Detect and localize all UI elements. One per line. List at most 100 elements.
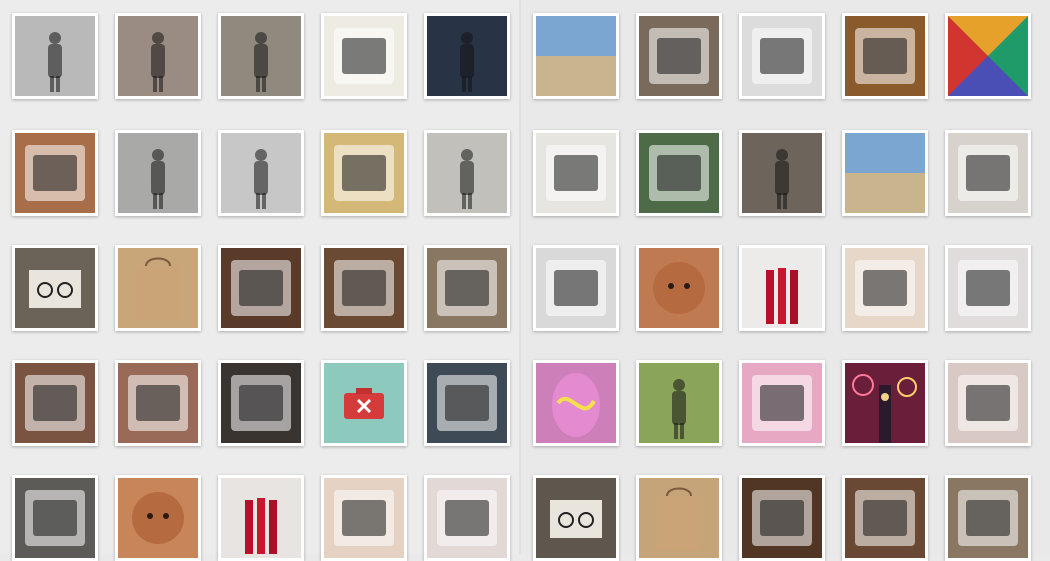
- red-toolbox-icon: [324, 363, 404, 443]
- right-grid-thumbnail[interactable]: [739, 360, 825, 446]
- left-grid-thumbnail[interactable]: [115, 360, 201, 446]
- tulips-bouquet-photo: [324, 133, 404, 213]
- left-grid-thumbnail[interactable]: [115, 130, 201, 216]
- left-grid-thumbnail[interactable]: [218, 360, 304, 446]
- levis-store-photo: [221, 248, 301, 328]
- left-grid-thumbnail[interactable]: [12, 360, 98, 446]
- right-grid-thumbnail[interactable]: [636, 13, 722, 99]
- left-grid-thumbnail[interactable]: [115, 13, 201, 99]
- makeup-palette-photo: [118, 363, 198, 443]
- poodle-dog-photo: [639, 248, 719, 328]
- left-grid-thumbnail[interactable]: [12, 13, 98, 99]
- woman-doorway-photo: [221, 16, 301, 96]
- grid-divider: [519, 0, 521, 554]
- left-grid-thumbnail[interactable]: [424, 245, 510, 331]
- cosmetic-pencils-photo: [427, 478, 507, 558]
- pier-beach-photo: [845, 133, 925, 213]
- right-grid-thumbnail[interactable]: [739, 130, 825, 216]
- paper-shopping-bag-photo: [639, 478, 719, 558]
- spice-bowls-photo: [15, 133, 95, 213]
- left-grid-thumbnail[interactable]: [115, 245, 201, 331]
- black-card-packaging-photo: [948, 133, 1028, 213]
- hat-woman-street-photo: [118, 16, 198, 96]
- beauty-products-photo: [845, 248, 925, 328]
- pencil-case-photo: [536, 248, 616, 328]
- colorful-bandanas-photo: [948, 16, 1028, 96]
- big-ben-fireworks-photo: [845, 363, 925, 443]
- cafe-interior-photo: [948, 478, 1028, 558]
- left-grid-thumbnail[interactable]: [12, 130, 98, 216]
- woman-walking-photo: [118, 133, 198, 213]
- woman-park-photo: [639, 363, 719, 443]
- left-grid-thumbnail[interactable]: [218, 475, 304, 561]
- beach-person-photo: [536, 16, 616, 96]
- right-grid-thumbnail[interactable]: [533, 360, 619, 446]
- glasses-box-photo: [15, 248, 95, 328]
- left-grid-thumbnail[interactable]: [424, 130, 510, 216]
- left-grid-thumbnail[interactable]: [321, 360, 407, 446]
- left-grid-thumbnail[interactable]: [218, 13, 304, 99]
- right-grid-thumbnail[interactable]: [945, 245, 1031, 331]
- glasses-box-photo: [536, 478, 616, 558]
- woman-sunhat-photo: [742, 133, 822, 213]
- right-grid-thumbnail[interactable]: [739, 475, 825, 561]
- sneakers-photo: [427, 363, 507, 443]
- left-grid-thumbnail[interactable]: [424, 13, 510, 99]
- right-grid-thumbnail[interactable]: [842, 475, 928, 561]
- right-grid-thumbnail[interactable]: [739, 245, 825, 331]
- left-grid-thumbnail[interactable]: [321, 13, 407, 99]
- right-grid-thumbnail[interactable]: [533, 130, 619, 216]
- right-grid-thumbnail[interactable]: [533, 475, 619, 561]
- left-grid-thumbnail[interactable]: [424, 475, 510, 561]
- right-grid-thumbnail[interactable]: [945, 130, 1031, 216]
- left-grid-thumbnail[interactable]: [321, 245, 407, 331]
- right-grid-thumbnail[interactable]: [533, 13, 619, 99]
- left-grid-thumbnail[interactable]: [218, 130, 304, 216]
- right-grid-thumbnail[interactable]: [636, 130, 722, 216]
- woman-hat-street-photo: [221, 133, 301, 213]
- right-grid-thumbnail[interactable]: [533, 245, 619, 331]
- copper-distillery-photo: [845, 478, 925, 558]
- left-grid-thumbnail[interactable]: [218, 245, 304, 331]
- paper-shopping-bag-photo: [118, 248, 198, 328]
- left-grid-thumbnail[interactable]: [115, 475, 201, 561]
- left-grid-thumbnail[interactable]: [12, 475, 98, 561]
- right-grid-thumbnail[interactable]: [636, 475, 722, 561]
- blue-armchair-photo: [639, 16, 719, 96]
- left-grid-thumbnail[interactable]: [12, 245, 98, 331]
- red-lipsticks-photo: [742, 248, 822, 328]
- stationery-notebook-photo: [536, 133, 616, 213]
- copper-distillery-photo: [324, 248, 404, 328]
- left-grid-thumbnail[interactable]: [424, 360, 510, 446]
- chicken-skewers-photo: [845, 16, 925, 96]
- right-grid-thumbnail[interactable]: [636, 245, 722, 331]
- levis-store-photo: [742, 478, 822, 558]
- cosmetic-pencils-photo: [948, 248, 1028, 328]
- salad-plate-photo: [742, 16, 822, 96]
- right-grid-thumbnail[interactable]: [945, 475, 1031, 561]
- marble-egg-photo: [536, 363, 616, 443]
- right-grid-thumbnail[interactable]: [842, 13, 928, 99]
- right-grid-thumbnail[interactable]: [636, 360, 722, 446]
- cafe-interior-photo: [427, 248, 507, 328]
- glitter-hand-photo: [948, 363, 1028, 443]
- black-handbag-photo: [15, 16, 95, 96]
- right-grid-thumbnail[interactable]: [945, 360, 1031, 446]
- right-grid-thumbnail[interactable]: [945, 13, 1031, 99]
- shoe-shine-photo: [15, 363, 95, 443]
- trees-pergola-photo: [639, 133, 719, 213]
- red-lipsticks-photo: [221, 478, 301, 558]
- cream-fabric-photo: [324, 16, 404, 96]
- pencil-case-photo: [15, 478, 95, 558]
- pink-tin-photo: [742, 363, 822, 443]
- wristwatch-photo: [221, 363, 301, 443]
- woman-walking-hat-photo: [427, 133, 507, 213]
- right-grid-thumbnail[interactable]: [842, 245, 928, 331]
- right-grid-thumbnail[interactable]: [842, 360, 928, 446]
- left-grid-thumbnail[interactable]: [321, 130, 407, 216]
- fur-coat-photo: [427, 16, 507, 96]
- right-grid-thumbnail[interactable]: [739, 13, 825, 99]
- left-grid-thumbnail[interactable]: [321, 475, 407, 561]
- poodle-dog-photo: [118, 478, 198, 558]
- right-grid-thumbnail[interactable]: [842, 130, 928, 216]
